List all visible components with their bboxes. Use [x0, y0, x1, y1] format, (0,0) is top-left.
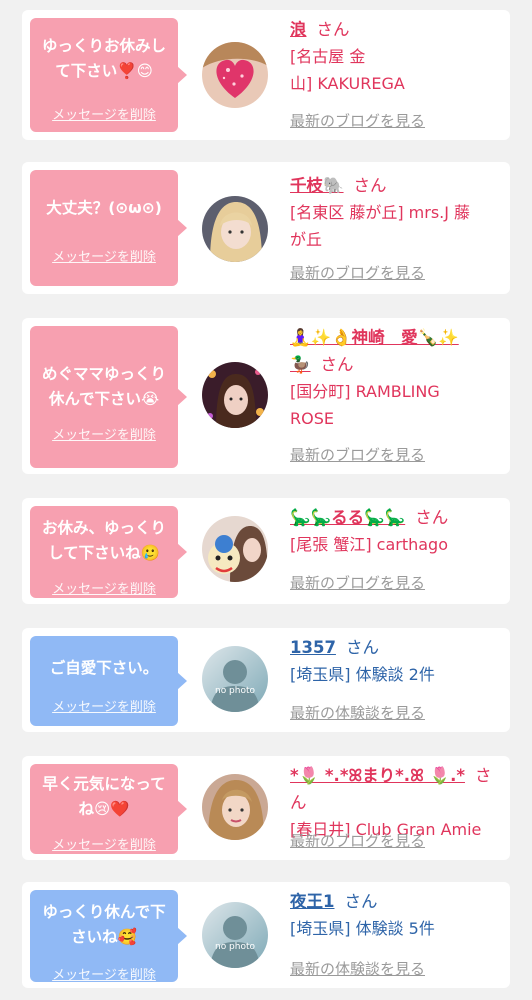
cast-name-link[interactable]: 千枝🐘 — [290, 176, 344, 195]
cast-info: 🦕🦕るる🦕🦕 さん [尾張 蟹江] carthago — [290, 504, 496, 558]
message-bubble: お休み、ゆっくり して下さいね🥲 メッセージを削除 — [30, 506, 187, 598]
cast-name-link[interactable]: 浪 — [290, 20, 307, 39]
avatar[interactable] — [202, 362, 268, 428]
cast-info: 🧘‍♀️✨👌神崎 愛🍾✨ 🦆 さん [国分町] RAMBLING ROSE — [290, 324, 496, 432]
avatar[interactable] — [202, 774, 268, 840]
reviewer-name-link[interactable]: 1357 — [290, 638, 336, 657]
delete-message-link[interactable]: メッセージを削除 — [30, 834, 178, 853]
honorific: さん — [353, 176, 387, 195]
bubble-tail — [177, 66, 187, 84]
latest-blog-link[interactable]: 最新のブログを見る — [290, 572, 425, 593]
shop-label: [国分町] RAMBLING ROSE — [290, 382, 440, 428]
shop-label: [名東区 藤が丘] mrs.J 藤 が丘 — [290, 203, 471, 249]
message-bubble: ゆっくり休んで下 さいね🥰 メッセージを削除 — [30, 890, 187, 983]
avatar[interactable] — [202, 42, 268, 108]
reviewer-name-link[interactable]: 夜王1 — [290, 892, 334, 911]
message-text: 大丈夫？(⊙ω⊙) — [46, 199, 162, 217]
cast-name-link[interactable]: 🦕🦕るる🦕🦕 — [290, 508, 405, 527]
message-card: ゆっくり休んで下 さいね🥰 メッセージを削除 no photo 夜王1 さん [埼… — [22, 882, 510, 988]
avatar[interactable] — [202, 516, 268, 582]
honorific: さん — [320, 355, 354, 374]
review-count-label: [埼玉県] 体験談 2件 — [290, 665, 435, 684]
delete-message-link[interactable]: メッセージを削除 — [30, 578, 178, 597]
message-card: ゆっくりお休みし て下さい❣️😊 メッセージを削除 浪さん [名古屋 金 山] … — [22, 10, 510, 140]
honorific: さん — [345, 638, 379, 657]
message-text: ゆっくり休んで下 さいね🥰 — [42, 903, 166, 946]
cast-name-link[interactable]: *🌷 *.*ꕤまり*.ꕤ 🌷.* — [290, 766, 465, 785]
honorific: さん — [344, 892, 378, 911]
delete-message-link[interactable]: メッセージを削除 — [30, 964, 178, 983]
message-bubble: ご自愛下さい。 メッセージを削除 — [30, 636, 187, 726]
delete-message-link[interactable]: メッセージを削除 — [30, 104, 178, 123]
avatar[interactable]: no photo — [202, 646, 268, 712]
message-card: お休み、ゆっくり して下さいね🥲 メッセージを削除 🦕🦕るる🦕🦕 さん [尾張 蟹… — [22, 498, 510, 604]
honorific: さん — [316, 20, 350, 39]
no-photo-label: no photo — [214, 942, 256, 952]
message-text: ご自愛下さい。 — [49, 659, 159, 677]
bubble-tail — [177, 388, 187, 406]
message-list: ゆっくりお休みし て下さい❣️😊 メッセージを削除 浪さん [名古屋 金 山] … — [0, 0, 532, 1000]
latest-review-link[interactable]: 最新の体験談を見る — [290, 702, 425, 723]
shop-label: [尾張 蟹江] carthago — [290, 535, 449, 554]
avatar[interactable] — [202, 196, 268, 262]
message-bubble: めぐママゆっくり 休んで下さい😭 メッセージを削除 — [30, 326, 187, 468]
cast-info: 浪さん [名古屋 金 山] KAKUREGA — [290, 16, 496, 97]
delete-message-link[interactable]: メッセージを削除 — [30, 696, 178, 715]
bubble-tail — [177, 927, 187, 945]
cast-name-link[interactable]: 🧘‍♀️✨👌神崎 愛🍾✨ 🦆 — [290, 328, 459, 374]
honorific: さん — [415, 508, 449, 527]
no-photo-label: no photo — [214, 686, 256, 696]
message-card: めぐママゆっくり 休んで下さい😭 メッセージを削除 🧘‍♀️✨👌神崎 愛🍾✨ 🦆… — [22, 318, 510, 474]
message-card: ご自愛下さい。 メッセージを削除 no photo 1357 さん [埼玉県] 体… — [22, 628, 510, 732]
message-text: めぐママゆっくり 休んで下さい😭 — [41, 365, 166, 408]
bubble-tail — [177, 219, 187, 237]
message-text: お休み、ゆっくり して下さいね🥲 — [41, 519, 166, 562]
delete-message-link[interactable]: メッセージを削除 — [30, 424, 178, 443]
message-text: ゆっくりお休みし て下さい❣️😊 — [41, 37, 166, 80]
cast-info: 1357 さん [埼玉県] 体験談 2件 — [290, 634, 496, 688]
review-count-label: [埼玉県] 体験談 5件 — [290, 919, 435, 938]
avatar[interactable]: no photo — [202, 902, 268, 968]
message-bubble: ゆっくりお休みし て下さい❣️😊 メッセージを削除 — [30, 18, 187, 132]
message-text: 早く元気になって ね😢❤️ — [42, 775, 166, 818]
latest-review-link[interactable]: 最新の体験談を見る — [290, 958, 425, 979]
shop-label: [名古屋 金 山] KAKUREGA — [290, 47, 405, 93]
latest-blog-link[interactable]: 最新のブログを見る — [290, 830, 425, 851]
message-card: 早く元気になって ね😢❤️ メッセージを削除 *🌷 *.*ꕤまり*.ꕤ 🌷.* さ… — [22, 756, 510, 860]
message-bubble: 大丈夫？(⊙ω⊙) メッセージを削除 — [30, 170, 187, 286]
message-card: 大丈夫？(⊙ω⊙) メッセージを削除 千枝🐘 さん [名東区 藤が丘] mrs.J… — [22, 162, 510, 294]
bubble-tail — [177, 543, 187, 561]
delete-message-link[interactable]: メッセージを削除 — [30, 246, 178, 265]
latest-blog-link[interactable]: 最新のブログを見る — [290, 110, 425, 131]
cast-info: 千枝🐘 さん [名東区 藤が丘] mrs.J 藤 が丘 — [290, 172, 496, 253]
bubble-tail — [177, 672, 187, 690]
message-bubble: 早く元気になって ね😢❤️ メッセージを削除 — [30, 764, 187, 854]
bubble-tail — [177, 800, 187, 818]
latest-blog-link[interactable]: 最新のブログを見る — [290, 444, 425, 465]
cast-info: 夜王1 さん [埼玉県] 体験談 5件 — [290, 888, 496, 942]
latest-blog-link[interactable]: 最新のブログを見る — [290, 262, 425, 283]
